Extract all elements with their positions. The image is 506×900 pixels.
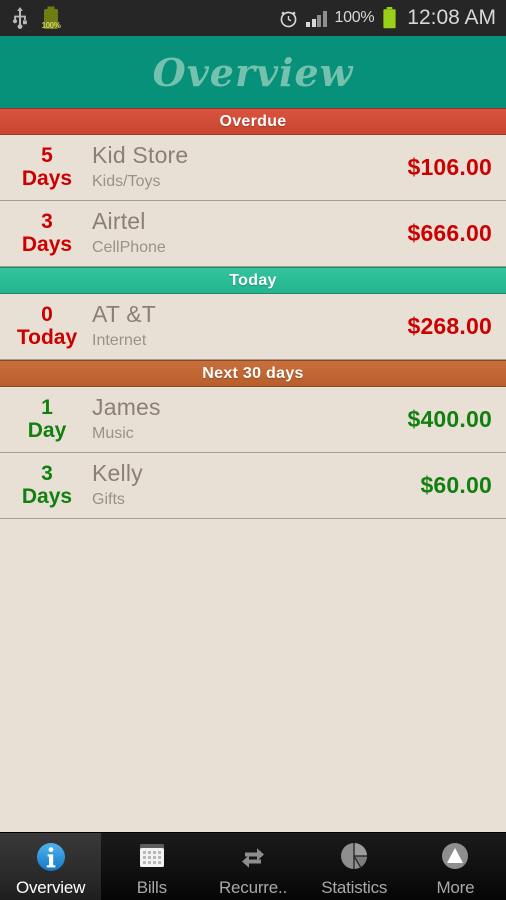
app-title-bar: Overview (0, 36, 506, 108)
bill-name: Kid Store (92, 142, 189, 169)
page-title: Overview (152, 49, 354, 95)
days-remaining: 3 Days (8, 211, 86, 255)
tab-label: More (436, 877, 475, 897)
bill-info: Kid Store Kids/Toys (86, 142, 407, 192)
bill-category: Gifts (92, 490, 125, 508)
days-remaining: 0 Today (8, 304, 86, 348)
days-number: 3 (41, 210, 53, 234)
section-header: Overdue (0, 108, 506, 135)
tab-label: Statistics (321, 877, 388, 897)
battery-charging-icon: 100% (41, 6, 61, 30)
bill-category: CellPhone (92, 238, 166, 256)
info-circle-icon (36, 842, 65, 871)
bill-info: Airtel CellPhone (86, 208, 407, 258)
tab-bills[interactable]: Bills (101, 833, 202, 900)
triangle-up-icon (442, 842, 469, 869)
status-bar-right: 100% 12:08 AM (278, 6, 496, 30)
system-status-bar: 100% 100% 12:08 AM (0, 0, 506, 36)
days-unit: Day (27, 418, 67, 442)
bill-name: Kelly (92, 460, 143, 487)
tab-more[interactable]: More (405, 833, 506, 900)
tab-recurre[interactable]: Recurre.. (202, 833, 303, 900)
tab-label: Overview (15, 877, 86, 897)
bill-category: Internet (92, 331, 147, 349)
days-number: 5 (41, 144, 53, 168)
bill-row[interactable]: 3 Days Kelly Gifts $60.00 (0, 453, 506, 519)
section-rows: 1 Day James Music $400.00 3 Days Kelly Gifts $60.… (0, 387, 506, 519)
usb-icon (12, 7, 28, 29)
bill-info: James Music (86, 394, 407, 444)
battery-full-icon (382, 7, 397, 29)
repeat-arrows-icon (242, 847, 264, 868)
days-number: 3 (41, 462, 53, 486)
battery-percent-label: 100% (334, 9, 375, 26)
days-remaining: 3 Days (8, 463, 86, 507)
days-remaining: 1 Day (8, 397, 86, 441)
bills-list: Overdue 5 Days Kid Store Kids/Toys $106.00 3 Da… (0, 108, 506, 519)
section-header: Next 30 days (0, 360, 506, 387)
bill-name: James (92, 394, 161, 421)
days-number: 0 (41, 303, 53, 327)
days-unit: Today (16, 325, 78, 349)
days-number: 1 (41, 396, 53, 420)
bill-info: AT &T Internet (86, 301, 407, 351)
bill-amount: $400.00 (407, 406, 492, 432)
section-header-label: Next 30 days (202, 364, 304, 382)
empty-list-area (0, 519, 506, 832)
calendar-icon (139, 843, 164, 867)
bill-name: Airtel (92, 208, 146, 235)
tab-statistics[interactable]: Statistics (304, 833, 405, 900)
bill-amount: $60.00 (420, 472, 492, 498)
signal-bars-icon (306, 10, 327, 27)
bill-name: AT &T (92, 301, 157, 328)
app-screen: 100% 100% 12:08 AM Overview Overdue 5 Da… (0, 0, 506, 900)
bill-category: Kids/Toys (92, 172, 161, 190)
section-rows: 0 Today AT &T Internet $268.00 (0, 294, 506, 360)
battery-charging-label: 100% (41, 21, 61, 30)
status-bar-clock: 12:08 AM (407, 6, 496, 29)
bill-info: Kelly Gifts (86, 460, 420, 510)
bill-amount: $106.00 (407, 154, 492, 180)
bill-amount: $268.00 (407, 313, 492, 339)
bill-amount: $666.00 (407, 220, 492, 246)
days-unit: Days (21, 484, 73, 508)
bill-category: Music (92, 424, 134, 442)
bottom-tab-bar: Overview Bills Recurre.. Statistics More (0, 832, 506, 900)
tab-label: Recurre.. (218, 877, 288, 897)
days-unit: Days (21, 166, 73, 190)
bill-row[interactable]: 3 Days Airtel CellPhone $666.00 (0, 201, 506, 267)
section-header-label: Overdue (219, 112, 287, 130)
tab-label: Bills (136, 877, 167, 897)
section-rows: 5 Days Kid Store Kids/Toys $106.00 3 Days Airte… (0, 135, 506, 267)
status-bar-left: 100% (12, 6, 61, 30)
days-remaining: 5 Days (8, 145, 86, 189)
alarm-clock-icon (278, 8, 298, 28)
pie-chart-icon (341, 842, 368, 869)
bill-row[interactable]: 0 Today AT &T Internet $268.00 (0, 294, 506, 360)
bill-row[interactable]: 1 Day James Music $400.00 (0, 387, 506, 453)
section-header-label: Today (229, 271, 277, 289)
section-header: Today (0, 267, 506, 294)
tab-overview[interactable]: Overview (0, 833, 102, 900)
days-unit: Days (21, 232, 73, 256)
bill-row[interactable]: 5 Days Kid Store Kids/Toys $106.00 (0, 135, 506, 201)
